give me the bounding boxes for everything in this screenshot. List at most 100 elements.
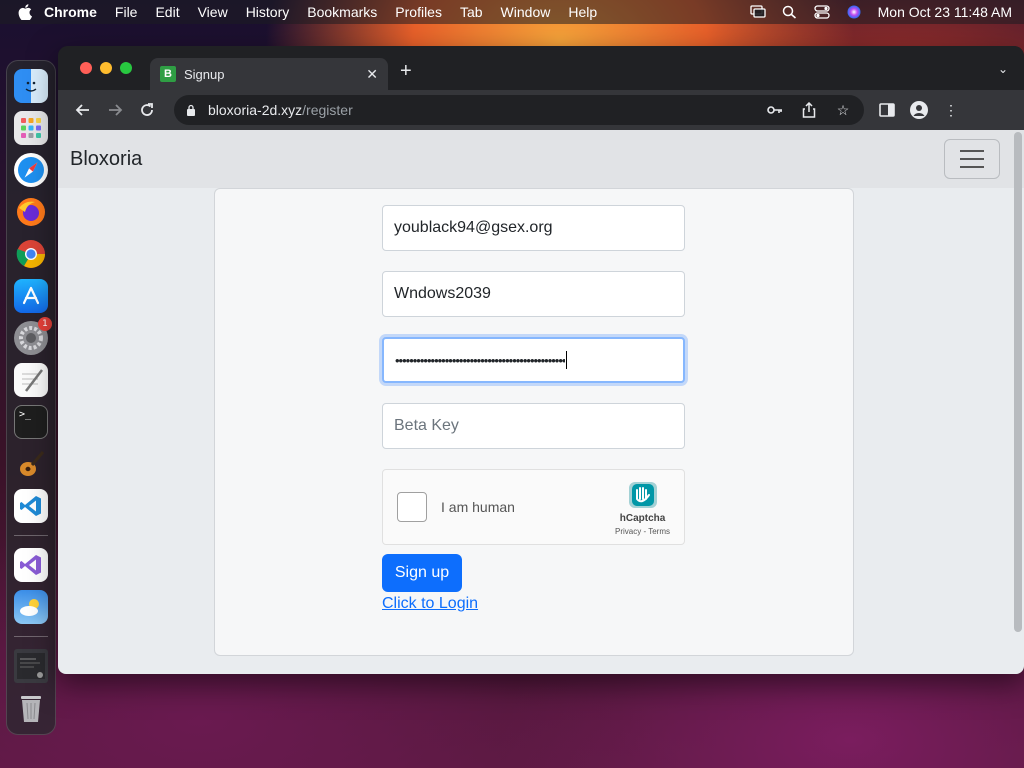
menu-window[interactable]: Window [501,4,551,20]
login-link[interactable]: Click to Login [382,595,478,613]
menu-history[interactable]: History [246,4,290,20]
email-input[interactable]: youblack94@gsex.org [382,205,685,251]
bookmark-star-icon[interactable]: ☆ [834,101,852,119]
safari-icon[interactable] [14,153,48,187]
beta-key-input[interactable]: Beta Key [382,403,685,449]
menu-tab[interactable]: Tab [460,4,483,20]
macos-dock: 1 >_ [6,60,56,735]
vscode-logo-icon [20,496,41,516]
new-tab-button[interactable]: + [400,60,412,83]
menu-view[interactable]: View [198,4,228,20]
siri-icon[interactable] [846,5,862,19]
tab-strip: B Signup ✕ + ⌄ [58,46,1024,90]
apple-logo-icon[interactable] [18,4,32,20]
password-key-icon[interactable] [766,101,784,119]
textedit-icon[interactable] [14,363,48,397]
site-navbar: Bloxoria [58,130,1024,188]
window-controls [80,62,132,74]
hamburger-bar [960,166,984,168]
hcaptcha-brand: hCaptcha [619,512,666,524]
finder-icon[interactable] [14,69,48,103]
app-store-icon[interactable] [14,279,48,313]
app-store-a-icon [22,286,40,305]
site-brand[interactable]: Bloxoria [70,148,142,171]
hcaptcha-logo-icon [628,481,657,508]
menu-profiles[interactable]: Profiles [395,4,442,20]
close-tab-icon[interactable]: ✕ [366,66,378,83]
menubar-clock[interactable]: Mon Oct 23 11:48 AM [878,4,1012,20]
visual-studio-logo-icon [20,555,41,575]
chrome-window: B Signup ✕ + ⌄ bloxoria-2d.xyz/register [58,46,1024,674]
side-panel-icon[interactable] [878,101,896,119]
recent-window-icon[interactable] [14,649,48,683]
forward-button[interactable] [100,95,130,125]
hcaptcha-privacy-terms-links[interactable]: Privacy - Terms [615,527,670,536]
navbar-toggle-button[interactable] [944,139,1000,179]
captcha-label: I am human [441,499,515,515]
firefox-icon[interactable] [14,195,48,229]
chrome-icon[interactable] [14,237,48,271]
share-icon[interactable] [800,101,818,119]
launchpad-icon[interactable] [14,111,48,145]
back-arrow-icon [75,104,89,116]
trash-icon[interactable] [14,691,48,725]
forward-arrow-icon [109,104,123,116]
email-value: youblack94@gsex.org [394,219,553,236]
spotlight-search-icon[interactable] [782,5,798,19]
window-thumbnail-icon [17,653,45,679]
address-bar[interactable]: bloxoria-2d.xyz/register ☆ [174,95,864,125]
menu-app-name[interactable]: Chrome [44,4,97,20]
lock-icon[interactable] [186,104,196,116]
captcha-checkbox[interactable] [397,492,427,522]
firefox-logo-icon [17,198,45,226]
url-host: bloxoria-2d.xyz [208,102,303,118]
vscode-icon[interactable] [14,489,48,523]
menu-bookmarks[interactable]: Bookmarks [307,4,377,20]
system-settings-icon[interactable]: 1 [14,317,52,355]
page-viewport: Bloxoria youblack94@gsex.org Wndows2039 … [58,130,1024,674]
menu-edit[interactable]: Edit [155,4,179,20]
back-button[interactable] [68,95,98,125]
hamburger-bar [960,150,984,152]
page-scrollbar[interactable] [1014,132,1022,632]
profile-avatar-icon[interactable] [910,101,928,119]
sign-up-button[interactable]: Sign up [382,554,462,592]
compass-icon [18,157,44,183]
hamburger-bar [960,158,984,160]
weather-icon[interactable] [14,590,48,624]
garageband-icon[interactable] [14,447,48,481]
close-window-button[interactable] [80,62,92,74]
visual-studio-icon[interactable] [14,548,48,582]
notification-badge: 1 [38,317,52,331]
terminal-icon[interactable]: >_ [14,405,48,439]
menu-help[interactable]: Help [568,4,597,20]
site-favicon-icon: B [160,66,176,82]
beta-key-placeholder: Beta Key [394,417,459,434]
password-input[interactable]: ••••••••••••••••••••••••••••••••••••••••… [382,337,685,383]
screen-mirroring-icon[interactable] [749,5,766,19]
reload-icon [141,103,153,116]
minimize-window-button[interactable] [100,62,112,74]
tab-title: Signup [184,66,225,82]
tab-search-chevron-icon[interactable]: ⌄ [998,62,1008,76]
dock-separator-2 [14,636,48,637]
launchpad-grid-icon [21,118,41,138]
kebab-menu-icon[interactable]: ⋮ [942,101,960,119]
trash-can-icon [21,696,41,722]
hcaptcha-widget: I am human hCaptcha Privacy - Terms [382,469,685,545]
control-center-icon[interactable] [813,5,830,19]
tab-signup[interactable]: B Signup ✕ [150,58,388,90]
pencil-page-icon [22,369,43,392]
url-path: /register [302,102,353,118]
macos-menubar: Chrome File Edit View History Bookmarks … [0,0,1024,24]
username-input[interactable]: Wndows2039 [382,271,685,317]
password-masked-value: ••••••••••••••••••••••••••••••••••••••••… [395,352,566,368]
hcaptcha-branding: hCaptcha Privacy - Terms [615,479,670,536]
chrome-logo-icon [16,240,45,268]
terminal-prompt-icon: >_ [19,409,32,420]
reload-button[interactable] [132,95,162,125]
guitar-icon [20,451,45,476]
menu-file[interactable]: File [115,4,138,20]
browser-toolbar: bloxoria-2d.xyz/register ☆ ⋮ [58,90,1024,130]
zoom-window-button[interactable] [120,62,132,74]
